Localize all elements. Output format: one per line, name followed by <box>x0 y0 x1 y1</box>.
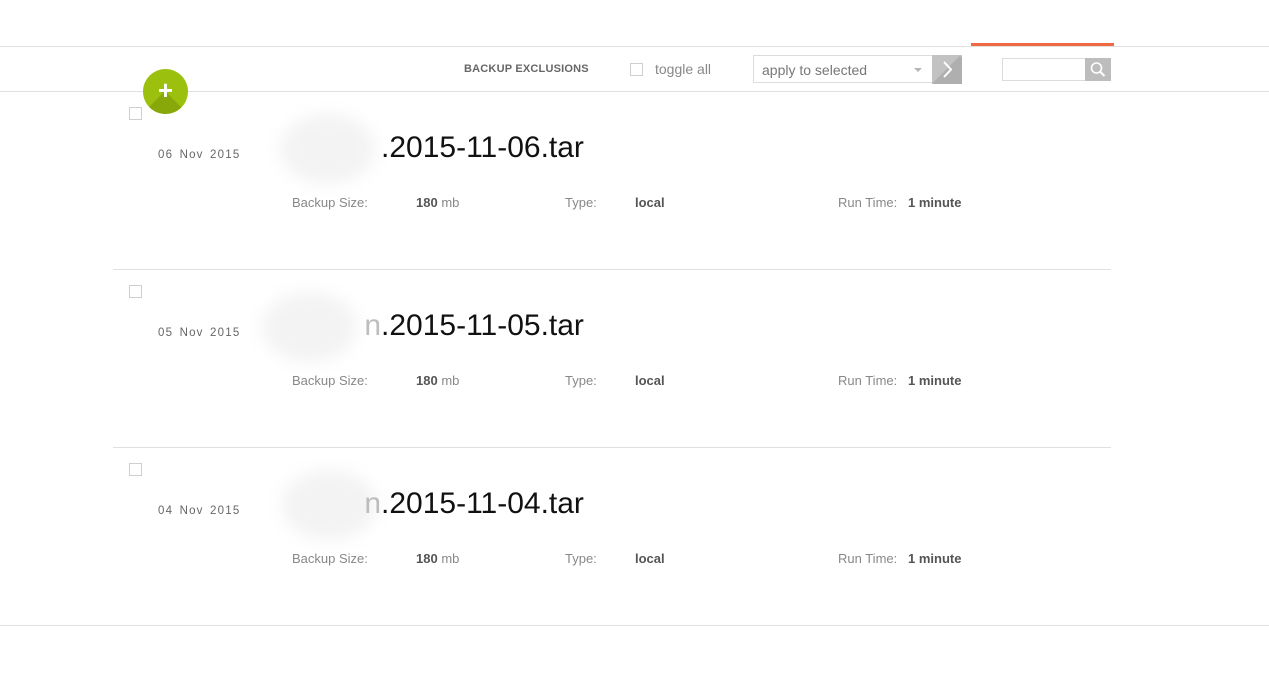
backup-row: 06 Nov 2015 .2015-11-06.tar Backup Size:… <box>0 92 1269 270</box>
filename-text: .2015-11-04.tar <box>381 487 584 520</box>
runtime-label: Run Time: <box>838 195 898 210</box>
toggle-all-checkbox[interactable] <box>630 62 643 76</box>
active-tab-indicator <box>971 43 1114 46</box>
size-label: Backup Size: <box>292 373 368 388</box>
type-label: Type: <box>565 373 597 388</box>
redacted-blur <box>262 292 357 362</box>
apply-button[interactable] <box>932 55 962 84</box>
backup-date: 05 Nov 2015 <box>158 327 241 339</box>
search-button[interactable] <box>1085 58 1111 81</box>
filename-hidden-part: n <box>364 309 381 342</box>
toggle-all[interactable]: toggle all <box>630 61 711 77</box>
search-icon <box>1090 62 1106 77</box>
size-value: 180 mb <box>416 195 459 210</box>
search-input[interactable] <box>1002 58 1086 81</box>
runtime-label: Run Time: <box>838 373 898 388</box>
filename-text: .2015-11-06.tar <box>381 131 584 164</box>
row-checkbox[interactable] <box>129 285 142 298</box>
backup-date: 04 Nov 2015 <box>158 505 241 517</box>
size-number: 180 <box>416 551 438 566</box>
row-checkbox[interactable] <box>129 463 142 476</box>
filename-hidden-part: n <box>364 487 381 520</box>
type-value: local <box>635 551 665 566</box>
backup-filename[interactable]: n .2015-11-05.tar <box>364 309 584 343</box>
size-value: 180 mb <box>416 373 459 388</box>
backup-date: 06 Nov 2015 <box>158 149 241 161</box>
row-checkbox[interactable] <box>129 107 142 120</box>
backup-filename[interactable]: n .2015-11-04.tar <box>364 487 584 521</box>
runtime-value: 1 minute <box>908 373 962 388</box>
redacted-blur <box>282 470 377 540</box>
backup-exclusions-link[interactable]: BACKUP EXCLUSIONS <box>464 63 589 75</box>
chevron-down-icon <box>914 68 922 72</box>
runtime-value: 1 minute <box>908 551 962 566</box>
runtime-value: 1 minute <box>908 195 962 210</box>
runtime-label: Run Time: <box>838 551 898 566</box>
size-unit: mb <box>441 373 460 388</box>
bulk-action-value: apply to selected <box>762 62 868 78</box>
type-label: Type: <box>565 551 597 566</box>
list-bottom-divider <box>0 625 1269 626</box>
backup-row: 05 Nov 2015 n .2015-11-05.tar Backup Size… <box>0 270 1269 448</box>
size-unit: mb <box>441 551 460 566</box>
chevron-right-icon <box>943 61 953 78</box>
type-value: local <box>635 373 665 388</box>
size-unit: mb <box>441 195 460 210</box>
bulk-action-select[interactable]: apply to selected <box>753 55 933 83</box>
toggle-all-label: toggle all <box>655 61 712 77</box>
type-value: local <box>635 195 665 210</box>
size-number: 180 <box>416 195 438 210</box>
backup-filename[interactable]: .2015-11-06.tar <box>381 131 584 165</box>
filename-text: .2015-11-05.tar <box>381 309 584 342</box>
size-number: 180 <box>416 373 438 388</box>
type-label: Type: <box>565 195 597 210</box>
size-value: 180 mb <box>416 551 459 566</box>
redacted-blur <box>280 114 375 184</box>
size-label: Backup Size: <box>292 195 368 210</box>
header-divider <box>0 46 1269 47</box>
size-label: Backup Size: <box>292 551 368 566</box>
backup-row: 04 Nov 2015 n .2015-11-04.tar Backup Size… <box>0 448 1269 626</box>
